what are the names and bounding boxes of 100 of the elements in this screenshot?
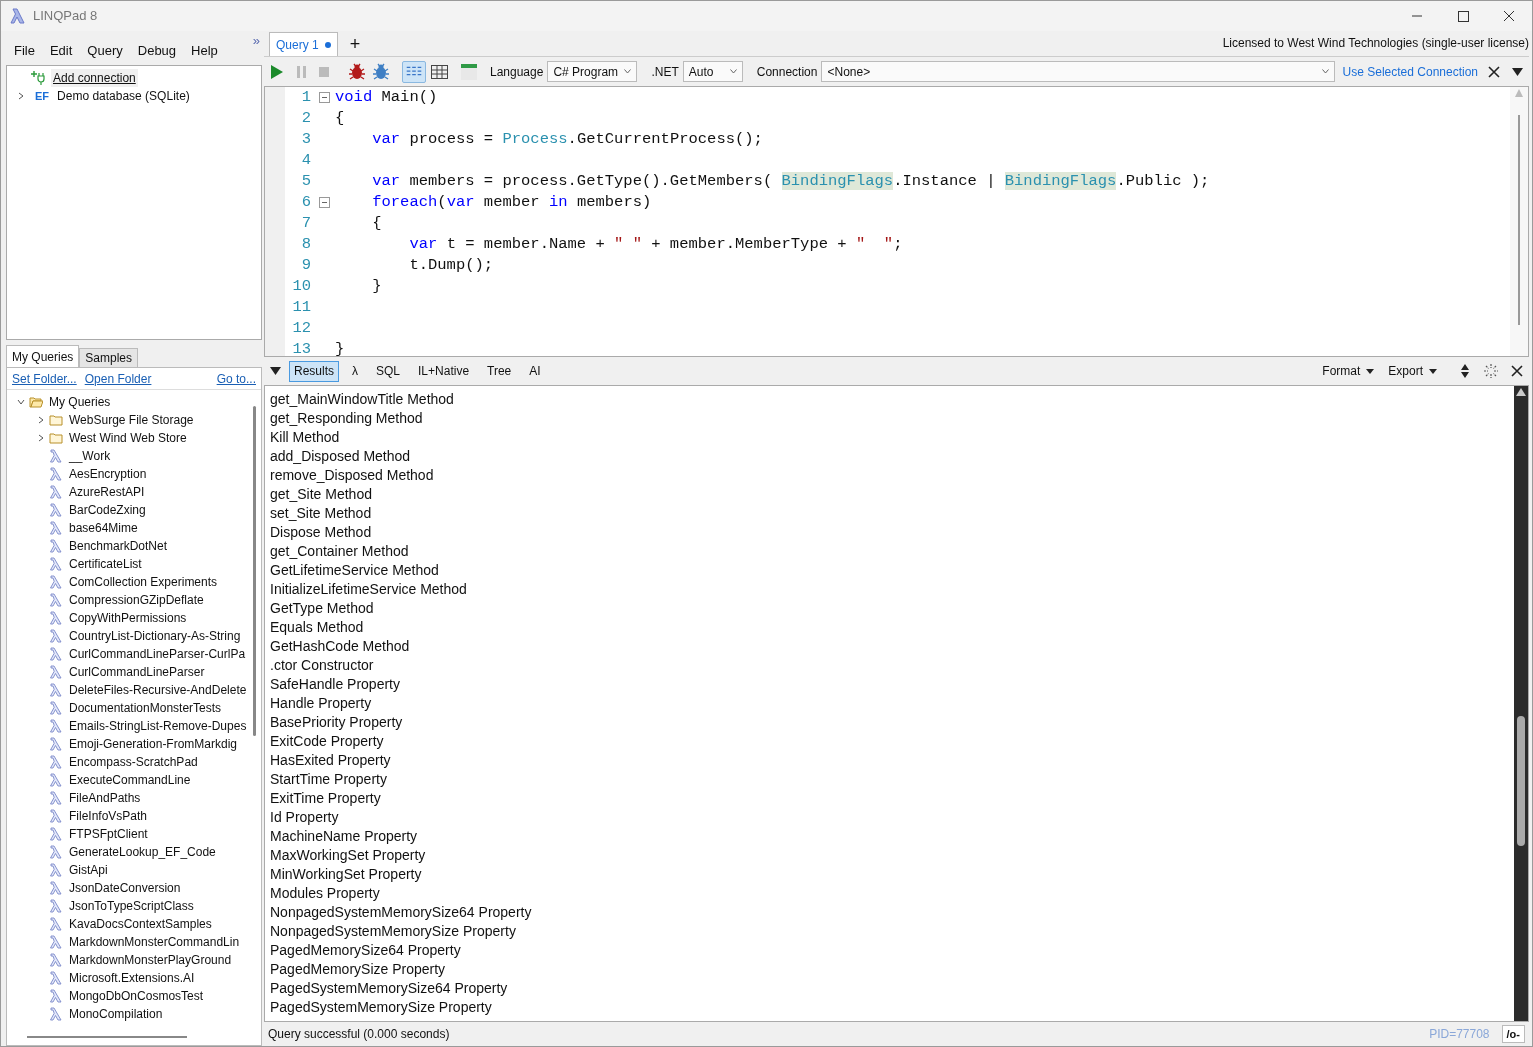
code-line: } xyxy=(371,276,382,297)
status-message: Query successful (0.000 seconds) xyxy=(268,1026,450,1043)
menu-item[interactable]: File xyxy=(14,41,35,61)
scrollbar-thumb[interactable] xyxy=(1518,115,1520,325)
file-entry[interactable]: AesEncryption xyxy=(69,465,147,483)
file-entry[interactable]: FileAndPaths xyxy=(69,789,141,807)
result-line: get_MainWindowTitle Method xyxy=(270,390,455,409)
dropdown-caret-icon[interactable] xyxy=(1512,67,1523,76)
bug-icon[interactable] xyxy=(372,62,390,81)
folder-icon xyxy=(49,413,63,427)
file-entry[interactable]: MonoCompilation xyxy=(69,1005,163,1023)
folder-item[interactable]: WebSurge File Storage xyxy=(69,411,194,429)
results-tab[interactable]: SQL xyxy=(371,360,406,382)
dotnet-version-dropdown[interactable]: Auto xyxy=(682,61,743,82)
menu-item[interactable]: Help xyxy=(191,41,218,61)
file-entry[interactable]: CurlCommandLineParser xyxy=(69,663,205,681)
close-icon[interactable] xyxy=(1511,365,1523,377)
lambda-icon xyxy=(49,647,63,661)
connection-dropdown[interactable]: <None> xyxy=(821,61,1335,82)
close-icon[interactable] xyxy=(1488,65,1500,78)
file-entry[interactable]: KavaDocsContextSamples xyxy=(69,915,212,933)
file-entry[interactable]: MarkdownMonsterPlayGround xyxy=(69,951,232,969)
result-line: MaxWorkingSet Property xyxy=(270,846,427,865)
add-connection-link[interactable]: Add connection xyxy=(51,69,138,87)
collapse-results-icon[interactable] xyxy=(270,367,281,375)
use-selected-connection-link[interactable]: Use Selected Connection xyxy=(1342,62,1478,81)
file-entry[interactable]: GenerateLookup_EF_Code xyxy=(69,843,216,861)
file-entry[interactable]: JsonToTypeScriptClass xyxy=(69,897,194,915)
file-entry[interactable]: CurlCommandLineParser-CurlPa xyxy=(69,645,246,663)
bug-icon[interactable] xyxy=(348,62,366,81)
line-number: 8 xyxy=(300,234,312,255)
folder-item[interactable]: My Queries xyxy=(49,393,111,411)
lambda-icon xyxy=(49,863,63,877)
rich-text-results-icon[interactable] xyxy=(402,60,426,83)
sidebar-tab[interactable]: Samples xyxy=(79,348,139,367)
result-line: PagedMemorySize Property xyxy=(270,960,447,979)
lambda-icon xyxy=(49,485,63,499)
collapse-fold-icon[interactable] xyxy=(318,92,330,103)
file-entry[interactable]: GistApi xyxy=(69,861,108,879)
line-number: 10 xyxy=(291,276,312,297)
file-entry[interactable]: CertificateList xyxy=(69,555,142,573)
run-icon[interactable] xyxy=(270,63,284,80)
new-tab-button[interactable]: + xyxy=(349,34,361,54)
menu-item[interactable]: Debug xyxy=(137,41,177,61)
sidebar-tab[interactable]: My Queries xyxy=(6,345,80,367)
go-to-link[interactable]: Go to... xyxy=(216,369,256,388)
expand-chevron-icon[interactable] xyxy=(17,92,25,100)
expand-vertical-icon[interactable] xyxy=(1461,364,1469,378)
result-line: PagedSystemMemorySize64 Property xyxy=(270,979,509,998)
folder-link[interactable]: Open Folder xyxy=(84,369,152,388)
menu-item[interactable]: Edit xyxy=(49,41,73,61)
file-entry[interactable]: DocumentationMonsterTests xyxy=(69,699,222,717)
file-entry[interactable]: ComCollection Experiments xyxy=(69,573,218,591)
file-entry[interactable]: base64Mime xyxy=(69,519,138,537)
collapse-panel-button[interactable]: » xyxy=(252,31,260,51)
file-entry[interactable]: CountryList-Dictionary-As-String xyxy=(69,627,241,645)
file-entry[interactable]: Microsoft.Extensions.AI xyxy=(69,969,195,987)
panel-layout-icon[interactable] xyxy=(460,62,478,81)
results-tab[interactable]: AI xyxy=(524,360,546,382)
collapse-chevron-icon[interactable] xyxy=(17,398,25,406)
menu-button[interactable]: Export xyxy=(1388,362,1437,380)
expand-chevron-icon[interactable] xyxy=(37,416,45,424)
file-entry[interactable]: FileInfoVsPath xyxy=(69,807,148,825)
file-entry[interactable]: DeleteFiles-Recursive-AndDelete xyxy=(69,681,247,699)
scrollbar-thumb[interactable] xyxy=(1517,716,1525,846)
folder-item[interactable]: West Wind Web Store xyxy=(69,429,187,447)
file-entry[interactable]: CopyWithPermissions xyxy=(69,609,187,627)
file-entry[interactable]: Emoji-Generation-FromMarkdig xyxy=(69,735,238,753)
expand-chevron-icon[interactable] xyxy=(37,434,45,442)
file-entry[interactable]: CompressionGZipDeflate xyxy=(69,591,204,609)
horizontal-scrollbar-thumb[interactable] xyxy=(27,1036,187,1038)
language-dropdown[interactable]: C# Program xyxy=(547,61,638,82)
file-entry[interactable]: Emails-StringList-Remove-Dupes xyxy=(69,717,247,735)
menu-button[interactable]: Format xyxy=(1322,362,1375,380)
collapse-fold-icon[interactable] xyxy=(318,197,330,208)
file-entry[interactable]: BarCodeZxing xyxy=(69,501,146,519)
console-toggle-button[interactable]: /o- xyxy=(1501,1025,1525,1043)
results-tab[interactable]: Results xyxy=(289,360,339,382)
file-entry[interactable]: MongoDbOnCosmosTest xyxy=(69,987,204,1005)
file-entry[interactable]: JsonDateConversion xyxy=(69,879,181,897)
result-line: BasePriority Property xyxy=(270,713,404,732)
window-title: LINQPad 8 xyxy=(33,7,98,26)
file-entry[interactable]: Encompass-ScratchPad xyxy=(69,753,198,771)
query-tab[interactable]: Query 1 xyxy=(269,32,338,56)
scrollbar-thumb[interactable] xyxy=(252,406,256,736)
results-tab[interactable]: IL+Native xyxy=(413,360,475,382)
results-tab[interactable]: λ xyxy=(347,360,363,382)
file-entry[interactable]: __Work xyxy=(69,447,111,465)
file-entry[interactable]: BenchmarkDotNet xyxy=(69,537,168,555)
lambda-icon xyxy=(49,521,63,535)
file-entry[interactable]: MarkdownMonsterCommandLin xyxy=(69,933,240,951)
connection-item[interactable]: Demo database (SQLite) xyxy=(57,87,190,105)
results-tab[interactable]: Tree xyxy=(482,360,517,382)
sparkle-icon[interactable] xyxy=(1483,363,1499,379)
menu-item[interactable]: Query xyxy=(87,41,123,61)
scroll-up-icon[interactable] xyxy=(1516,388,1526,396)
file-entry[interactable]: ExecuteCommandLine xyxy=(69,771,191,789)
file-entry[interactable]: AzureRestAPI xyxy=(69,483,145,501)
folder-link[interactable]: Set Folder... xyxy=(12,369,77,388)
file-entry[interactable]: FTPSFptClient xyxy=(69,825,148,843)
